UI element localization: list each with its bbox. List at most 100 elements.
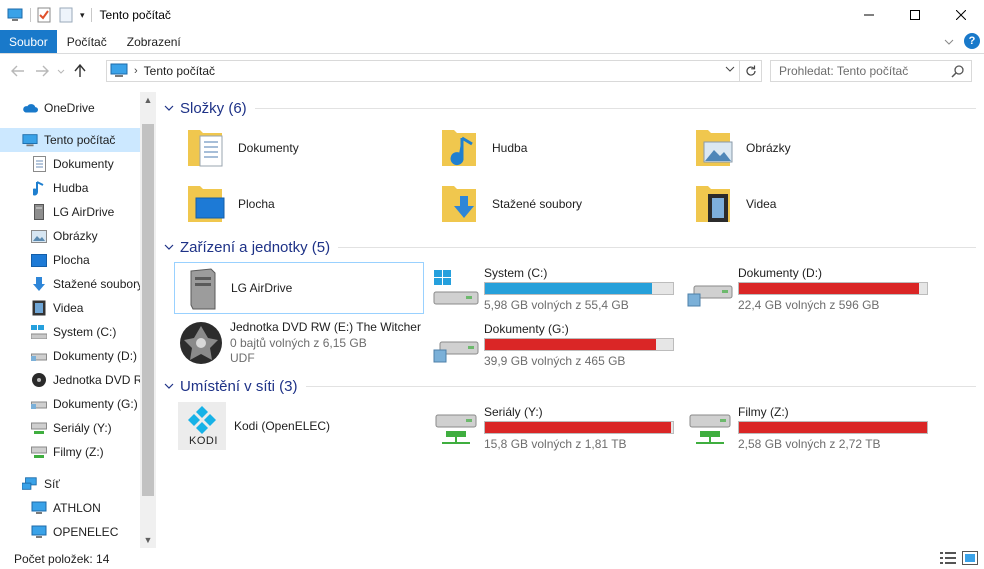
tab-zobrazeni[interactable]: Zobrazení [117,30,191,53]
group-divider [305,385,976,387]
network-tile-serialy-y[interactable]: Seriály (Y:) 15,8 GB volných z 1,81 TB [432,401,682,455]
device-tile-dokumenty-g[interactable]: Dokumenty (G:) 39,9 GB volných z 465 GB [432,318,682,372]
device-tile-dokumenty-d[interactable]: Dokumenty (D:) 22,4 GB volných z 596 GB [686,262,936,316]
scrollbar-thumb[interactable] [142,124,154,496]
up-button[interactable] [68,59,92,83]
drive-free-space: 22,4 GB volných z 596 GB [738,298,880,312]
sidebar-item-openelec[interactable]: OPENELEC [0,520,140,544]
group-header-devices[interactable]: Zařízení a jednotky (5) [164,235,976,259]
network-label: Kodi (OpenELEC) [234,419,331,433]
downloads-folder-icon [436,180,484,228]
drive-label: System (C:) [484,266,548,280]
sidebar-item-label: Síť [44,477,60,491]
folder-label: Videa [746,197,777,211]
chevron-down-icon[interactable] [164,103,176,114]
sidebar-item-dokumenty[interactable]: Dokumenty [0,152,140,176]
pictures-folder-icon [690,124,738,172]
network-drive-icon [31,420,47,436]
sidebar-item-label: Jednotka DVD RW [53,373,140,387]
address-bar[interactable]: › Tento počítač [106,60,762,82]
group-title: Zařízení a jednotky (5) [180,238,331,256]
network-icon [22,476,38,492]
sidebar-item-dvd[interactable]: Jednotka DVD RW [0,368,140,392]
group-header-network[interactable]: Umístění v síti (3) [164,374,976,398]
sidebar-item-obrazky[interactable]: Obrázky [0,224,140,248]
music-icon [31,180,47,196]
sidebar-item-sit[interactable]: Síť [0,472,140,496]
computer-icon[interactable] [6,6,24,24]
drive-free-space: 39,9 GB volných z 465 GB [484,354,626,368]
folder-tile-dokumenty[interactable]: Dokumenty [182,124,299,172]
sidebar-item-tento-pocitac[interactable]: Tento počítač [0,128,140,152]
ribbon-right-controls: ? [944,33,980,49]
sidebar-item-onedrive[interactable]: OneDrive [0,96,140,120]
scroll-up-icon[interactable]: ▲ [140,92,156,108]
sidebar-item-athlon[interactable]: ATHLON [0,496,140,520]
forward-button[interactable] [30,59,54,83]
window-controls [846,0,984,30]
customize-toolbar-icon[interactable]: ▾ [80,10,85,21]
recent-locations-icon[interactable] [54,59,68,83]
sidebar-item-serialy-y[interactable]: Seriály (Y:) [0,416,140,440]
minimize-button[interactable] [846,0,892,30]
kodi-logo-text: KODI [189,435,218,447]
tab-pocitac[interactable]: Počítač [57,30,117,53]
folder-tile-videa[interactable]: Videa [690,180,776,228]
music-folder-icon [436,124,484,172]
sidebar-item-plocha[interactable]: Plocha [0,248,140,272]
new-folder-icon[interactable] [57,6,75,24]
sidebar-scrollbar[interactable]: ▲ ▼ [140,92,156,548]
sidebar-item-label: Filmy (Z:) [53,445,104,459]
toolbar-separator [30,8,31,22]
properties-icon[interactable] [35,6,53,24]
content-pane: Složky (6) Dokumenty Hudba Obrázky Ploch… [160,92,984,548]
breadcrumb-current[interactable]: Tento počítač [144,64,215,78]
sidebar-item-filmy-z[interactable]: Filmy (Z:) [0,440,140,464]
expand-ribbon-icon[interactable] [944,34,954,48]
device-filesystem: UDF [230,351,255,365]
device-label: LG AirDrive [231,281,293,295]
address-history-icon[interactable] [725,64,735,75]
folder-tile-stazene-soubory[interactable]: Stažené soubory [436,180,582,228]
sidebar-item-dokumenty-g[interactable]: Dokumenty (G:) [0,392,140,416]
folder-tile-plocha[interactable]: Plocha [182,180,275,228]
maximize-button[interactable] [892,0,938,30]
videos-folder-icon [690,180,738,228]
breadcrumb-chevron-icon[interactable]: › [134,65,138,77]
folder-tile-hudba[interactable]: Hudba [436,124,527,172]
sidebar-item-system-c[interactable]: System (C:) [0,320,140,344]
help-icon[interactable]: ? [964,33,980,49]
device-label: Jednotka DVD RW (E:) The Witcher [230,320,421,334]
drive-usage-bar [484,421,674,434]
search-icon[interactable] [951,64,965,81]
close-button[interactable] [938,0,984,30]
sidebar-item-label: Hudba [53,181,89,195]
large-icons-view-icon[interactable] [962,551,978,568]
device-tile-system-c[interactable]: System (C:) 5,98 GB volných z 55,4 GB [432,262,682,316]
search-placeholder: Prohledat: Tento počítač [779,64,909,78]
scroll-down-icon[interactable]: ▼ [140,532,156,548]
folder-tile-obrazky[interactable]: Obrázky [690,124,791,172]
tab-soubor[interactable]: Soubor [0,30,57,53]
sidebar-item-hudba[interactable]: Hudba [0,176,140,200]
details-view-icon[interactable] [940,551,956,568]
group-header-folders[interactable]: Složky (6) [164,96,976,120]
search-input[interactable]: Prohledat: Tento počítač [770,60,972,82]
sidebar-item-lg-airdrive[interactable]: LG AirDrive [0,200,140,224]
back-button[interactable] [6,59,30,83]
sidebar-item-label: Obrázky [53,229,98,243]
sidebar-item-videa[interactable]: Videa [0,296,140,320]
refresh-button[interactable] [739,61,761,81]
chevron-down-icon[interactable] [164,242,176,253]
drive-usage-fill [485,339,657,350]
device-tile-lg-airdrive[interactable]: LG AirDrive [174,262,424,314]
sidebar-item-stazene-soubory[interactable]: Stažené soubory [0,272,140,296]
drive-label: Dokumenty (D:) [738,266,823,280]
network-tile-filmy-z[interactable]: Filmy (Z:) 2,58 GB volných z 2,72 TB [686,401,936,455]
sidebar-item-dokumenty-d[interactable]: Dokumenty (D:) [0,344,140,368]
sidebar-item-label: OPENELEC [53,525,119,539]
device-tile-dvd[interactable]: Jednotka DVD RW (E:) The Witcher 0 bajtů… [174,318,424,368]
sidebar-item-label: Plocha [53,253,90,267]
video-icon [31,300,47,316]
chevron-down-icon[interactable] [164,381,176,392]
